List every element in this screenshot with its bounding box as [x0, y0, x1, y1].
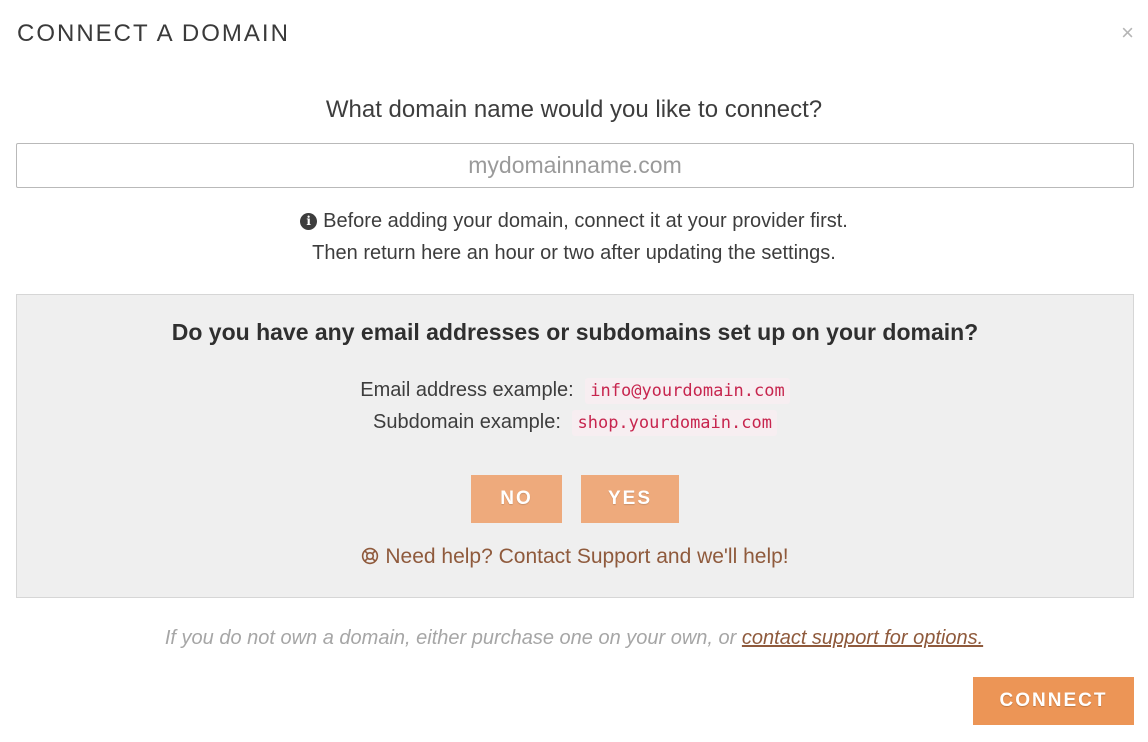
subdomain-example-row: Subdomain example: shop.yourdomain.com	[17, 410, 1133, 436]
email-example-code: info@yourdomain.com	[585, 378, 790, 404]
email-example-row: Email address example: info@yourdomain.c…	[17, 378, 1133, 404]
connect-domain-modal: CONNECT A DOMAIN × What domain name woul…	[0, 0, 1148, 742]
no-button[interactable]: NO	[471, 475, 562, 523]
footer-note-text: If you do not own a domain, either purch…	[164, 627, 737, 649]
info-icon: i	[300, 213, 318, 230]
subdomain-example-code: shop.yourdomain.com	[572, 410, 777, 436]
yes-button[interactable]: YES	[581, 475, 679, 523]
info-line-1: i Before adding your domain, connect it a…	[0, 205, 1148, 237]
info-message: i Before adding your domain, connect it a…	[0, 205, 1148, 269]
lifebuoy-icon	[362, 547, 379, 565]
subdomain-example-label: Subdomain example:	[373, 411, 561, 433]
contact-support-link[interactable]: Need help? Contact Support and we'll hel…	[17, 545, 1133, 569]
panel-question: Do you have any email addresses or subdo…	[171, 319, 979, 345]
domain-name-input[interactable]	[16, 143, 1134, 188]
connect-button[interactable]: CONNECT	[973, 677, 1134, 725]
close-icon[interactable]: ×	[1121, 22, 1134, 44]
modal-title: CONNECT A DOMAIN	[17, 20, 290, 47]
contact-support-text: Need help? Contact Support and we'll hel…	[385, 545, 789, 568]
info-line-1-text: Before adding your domain, connect it at…	[323, 210, 848, 232]
footer-note: If you do not own a domain, either purch…	[0, 627, 1148, 650]
email-example-label: Email address example:	[360, 379, 574, 401]
info-line-2: Then return here an hour or two after up…	[312, 242, 836, 264]
email-subdomain-panel: Do you have any email addresses or subdo…	[16, 294, 1134, 598]
domain-question: What domain name would you like to conne…	[325, 96, 823, 123]
contact-support-options-link[interactable]: contact support for options.	[742, 627, 983, 649]
